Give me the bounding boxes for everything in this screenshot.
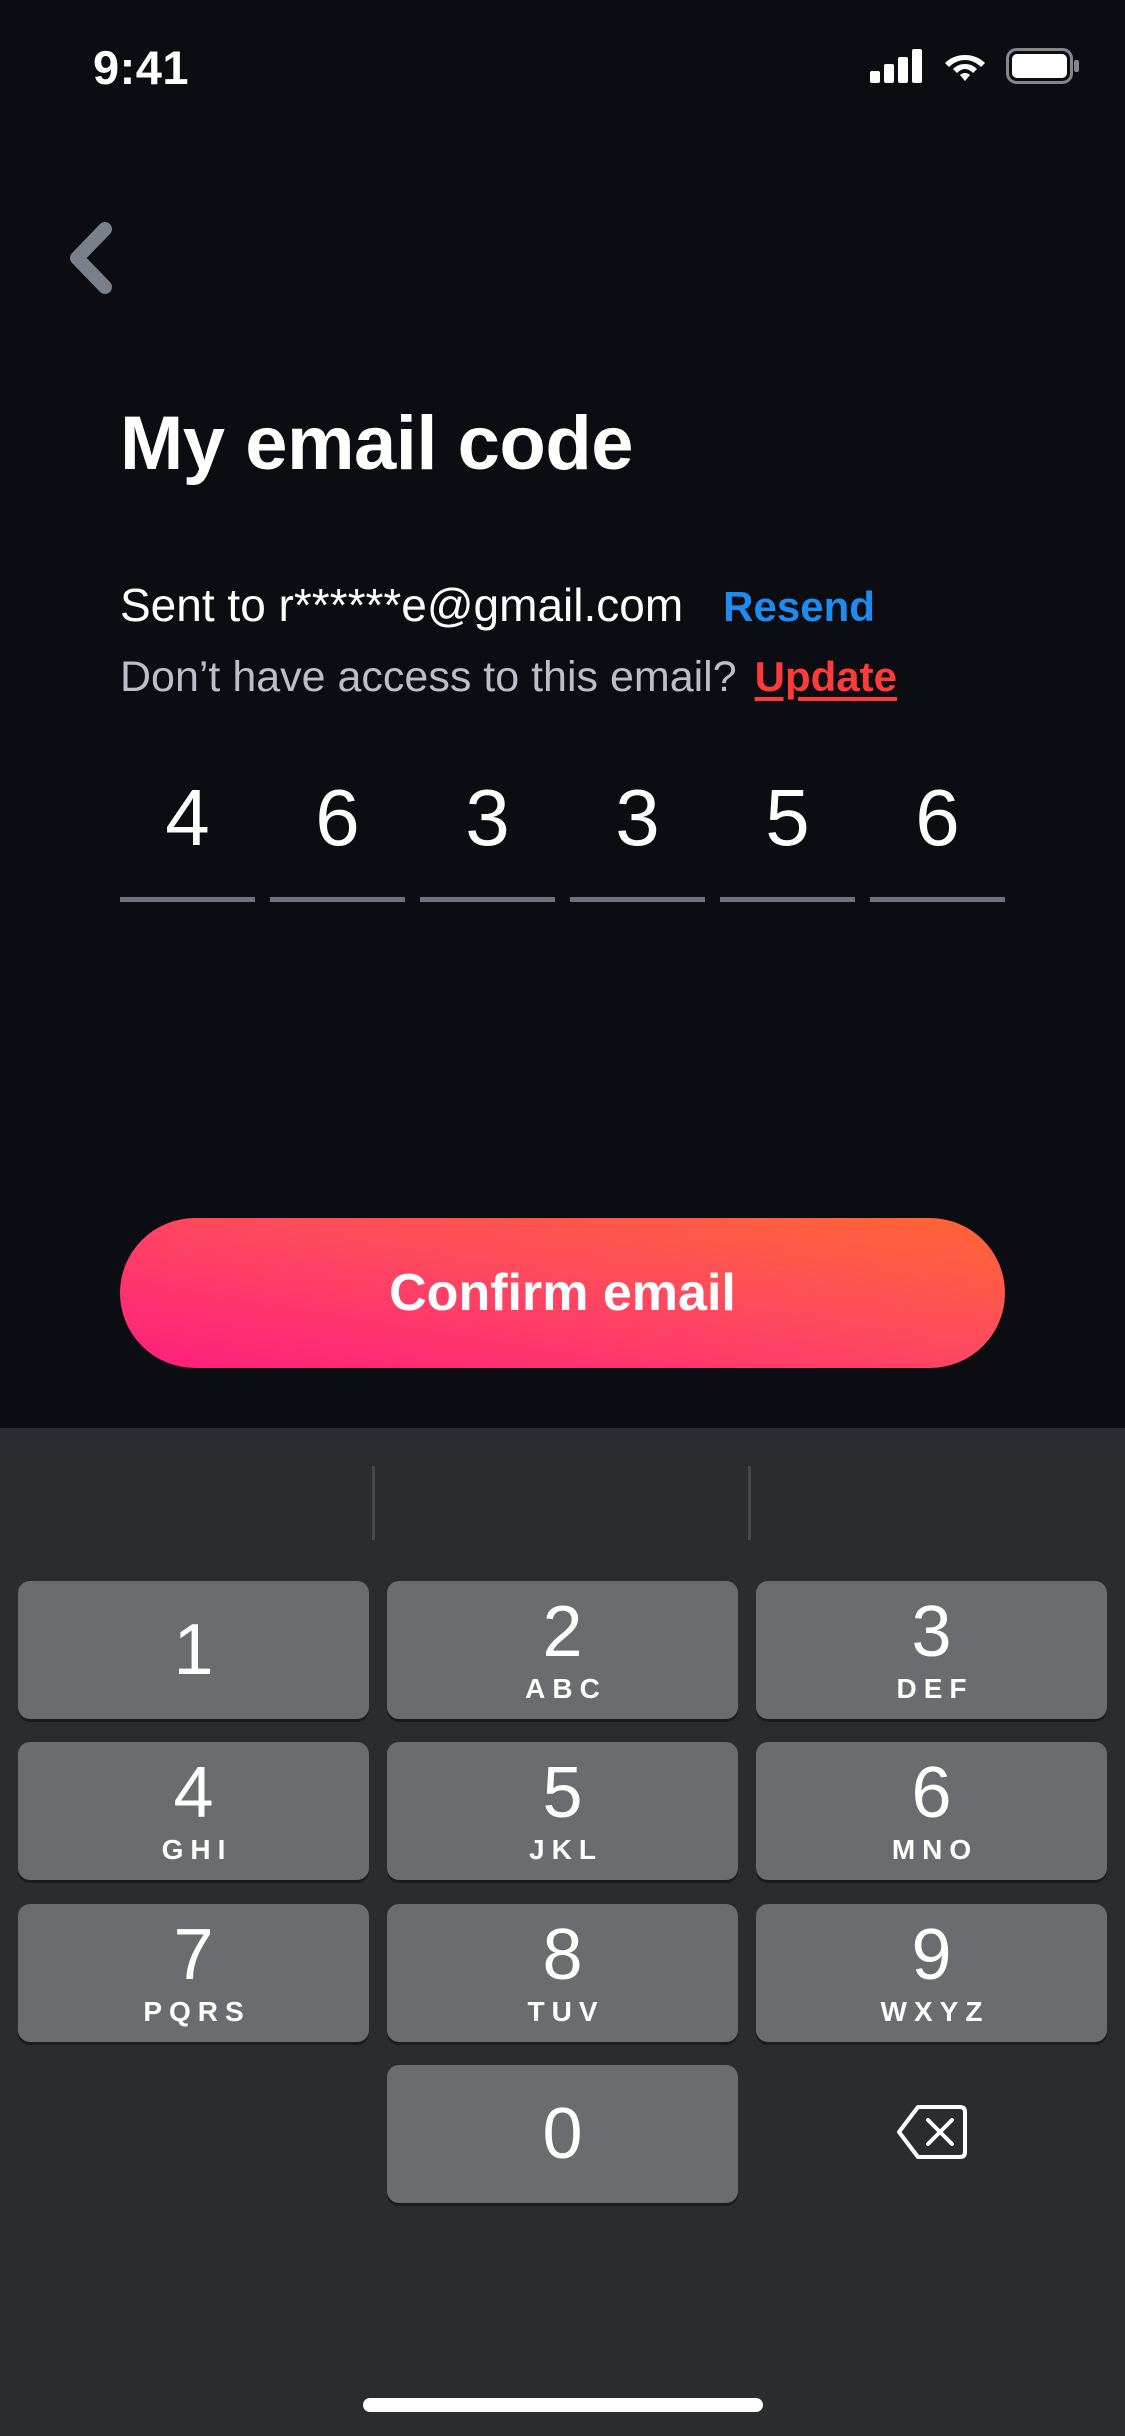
status-icons xyxy=(870,48,1080,89)
code-digit-field[interactable]: 3 xyxy=(420,760,555,902)
suggestion-divider xyxy=(748,1466,751,1540)
code-digit: 6 xyxy=(915,773,960,862)
code-digit: 5 xyxy=(765,773,810,862)
sent-to-text: Sent to r******e@gmail.com xyxy=(120,579,684,631)
numeric-keyboard: 1 2 ABC 3 DEF 4 GHI 5 JKL 6 MNO 7 PQRS 8… xyxy=(0,1428,1125,2436)
key-number: 9 xyxy=(911,1915,952,1995)
code-digit-field[interactable]: 3 xyxy=(570,760,705,902)
code-digit-field[interactable]: 6 xyxy=(270,760,405,902)
key-number: 6 xyxy=(911,1753,952,1833)
key-number: 3 xyxy=(911,1592,952,1672)
key-3[interactable]: 3 DEF xyxy=(756,1581,1107,1719)
resend-link[interactable]: Resend xyxy=(723,583,875,631)
signal-icon xyxy=(870,49,924,88)
key-number: 4 xyxy=(173,1753,214,1833)
key-letters: TUV xyxy=(527,1996,605,2027)
status-time: 9:41 xyxy=(93,41,190,94)
key-4[interactable]: 4 GHI xyxy=(18,1742,369,1880)
update-link[interactable]: Update xyxy=(755,653,897,701)
key-letters: JKL xyxy=(529,1834,603,1865)
key-7[interactable]: 7 PQRS xyxy=(18,1904,369,2042)
key-5[interactable]: 5 JKL xyxy=(387,1742,738,1880)
key-letters: ABC xyxy=(525,1673,607,1704)
key-2[interactable]: 2 ABC xyxy=(387,1581,738,1719)
key-letters: WXYZ xyxy=(880,1996,990,2027)
key-number: 8 xyxy=(542,1915,583,1995)
key-number: 2 xyxy=(542,1592,583,1672)
access-row: Don’t have access to this email? Update xyxy=(120,653,897,702)
key-letters: GHI xyxy=(161,1834,233,1865)
code-digit-field[interactable]: 5 xyxy=(720,760,855,902)
email-code-screen: 9:41 My email code Sent to r******e@gmai… xyxy=(0,0,1125,2436)
wifi-icon xyxy=(942,49,988,88)
key-9[interactable]: 9 WXYZ xyxy=(756,1904,1107,2042)
key-number: 5 xyxy=(542,1753,583,1833)
confirm-email-button[interactable]: Confirm email xyxy=(120,1218,1005,1368)
key-letters: PQRS xyxy=(143,1996,251,2027)
code-digit: 3 xyxy=(615,773,660,862)
key-1[interactable]: 1 xyxy=(18,1581,369,1719)
code-digit-field[interactable]: 4 xyxy=(120,760,255,902)
key-number: 1 xyxy=(173,1610,214,1690)
suggestion-divider xyxy=(372,1466,375,1540)
key-letters: DEF xyxy=(896,1673,974,1704)
code-digit: 4 xyxy=(165,773,210,862)
chevron-left-icon xyxy=(65,221,115,300)
code-input[interactable]: 4 6 3 3 5 6 xyxy=(120,760,1005,902)
code-digit-field[interactable]: 6 xyxy=(870,760,1005,902)
page-title: My email code xyxy=(120,401,634,486)
code-digit: 3 xyxy=(465,773,510,862)
key-0[interactable]: 0 xyxy=(387,2065,738,2203)
delete-key[interactable] xyxy=(756,2065,1107,2203)
access-text: Don’t have access to this email? xyxy=(120,653,737,701)
key-number: 0 xyxy=(542,2094,583,2174)
sent-to-row: Sent to r******e@gmail.com Resend xyxy=(120,578,875,632)
key-8[interactable]: 8 TUV xyxy=(387,1904,738,2042)
code-digit: 6 xyxy=(315,773,360,862)
backspace-icon xyxy=(896,2104,968,2165)
key-letters: MNO xyxy=(891,1834,979,1865)
home-indicator[interactable] xyxy=(363,2398,763,2412)
key-6[interactable]: 6 MNO xyxy=(756,1742,1107,1880)
keyboard-suggestion-bar xyxy=(0,1466,1125,1540)
key-number: 7 xyxy=(173,1915,214,1995)
back-button[interactable] xyxy=(50,215,130,305)
battery-icon xyxy=(1006,48,1080,89)
